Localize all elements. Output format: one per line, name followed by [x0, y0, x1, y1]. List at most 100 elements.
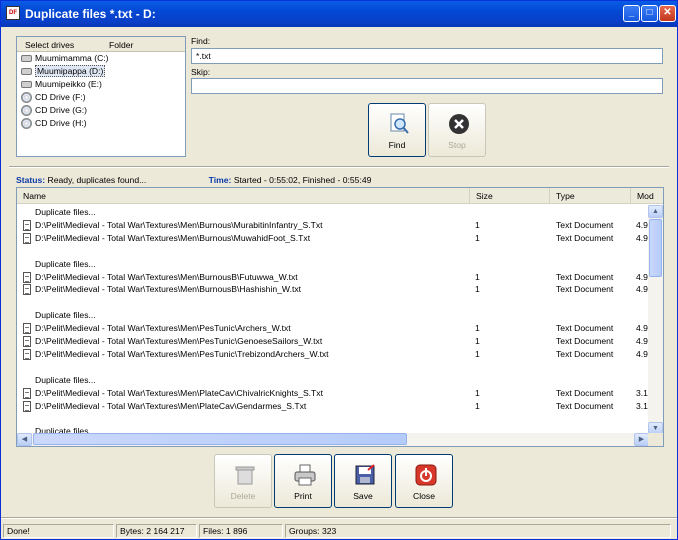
drive-label: Muumipeikko (E:): [35, 79, 102, 89]
status-label: Status:: [16, 175, 46, 185]
file-size: 1: [475, 400, 480, 411]
group-label: Duplicate files...: [35, 207, 96, 217]
col-size[interactable]: Size: [470, 188, 550, 204]
stop-button[interactable]: Stop: [428, 103, 486, 157]
file-row[interactable]: D:\Pelit\Medieval - Total War\Textures\M…: [17, 283, 649, 296]
file-name: D:\Pelit\Medieval - Total War\Textures\M…: [35, 387, 323, 398]
group-header-row[interactable]: Duplicate files...: [17, 374, 649, 387]
separator-bottom: [1, 517, 677, 519]
text-document-icon: [23, 387, 31, 399]
find-button[interactable]: Find: [368, 103, 426, 157]
horizontal-scroll-thumb[interactable]: [33, 433, 407, 445]
close-window-button[interactable]: ✕: [659, 5, 676, 22]
file-row[interactable]: D:\Pelit\Medieval - Total War\Textures\M…: [17, 335, 649, 348]
drive-item[interactable]: Muumipappa (D:): [17, 65, 185, 78]
col-select-drives[interactable]: Select drives: [25, 40, 74, 50]
text-document-icon: [23, 323, 31, 335]
status-line: Status: Ready, duplicates found... Time:…: [16, 175, 371, 185]
file-name: D:\Pelit\Medieval - Total War\Textures\M…: [35, 271, 298, 282]
find-input[interactable]: *.txt: [191, 48, 663, 64]
file-row[interactable]: D:\Pelit\Medieval - Total War\Textures\M…: [17, 219, 649, 232]
app-icon[interactable]: DF: [6, 6, 20, 20]
file-name: D:\Pelit\Medieval - Total War\Textures\M…: [35, 400, 307, 411]
title-bar[interactable]: DF Duplicate files *.txt - D: _ □ ✕: [1, 1, 677, 27]
drive-item[interactable]: CD Drive (F:): [17, 91, 185, 104]
statusbar-files: Files: 1 896: [199, 524, 283, 538]
text-document-icon: [23, 232, 31, 244]
file-size: 1: [475, 232, 480, 243]
vertical-scrollbar[interactable]: ▲ ▼: [648, 205, 663, 435]
horizontal-scrollbar[interactable]: ◀ ▶: [17, 433, 649, 446]
delete-button-label: Delete: [230, 491, 256, 501]
statusbar-groups: Groups: 323: [285, 524, 671, 538]
print-button[interactable]: Print: [274, 454, 332, 508]
cd-drive-icon: [21, 118, 32, 129]
file-row[interactable]: D:\Pelit\Medieval - Total War\Textures\M…: [17, 387, 649, 400]
file-type: Text Document: [556, 336, 614, 346]
scroll-left-button[interactable]: ◀: [17, 433, 32, 446]
file-row[interactable]: D:\Pelit\Medieval - Total War\Textures\M…: [17, 271, 649, 284]
file-type: Text Document: [556, 219, 614, 230]
time-text: Started - 0:55:02, Finished - 0:55:49: [233, 175, 372, 185]
scroll-up-button[interactable]: ▲: [648, 205, 663, 218]
close-button[interactable]: Close: [395, 454, 453, 508]
text-document-icon: [23, 336, 31, 347]
group-header-row[interactable]: Duplicate files...: [17, 206, 649, 219]
file-type: Text Document: [556, 284, 614, 295]
maximize-button[interactable]: □: [641, 5, 658, 22]
blank-row: [17, 361, 649, 374]
cd-drive-icon: [21, 92, 32, 103]
save-button[interactable]: Save: [334, 454, 392, 508]
group-header-row[interactable]: Duplicate files...: [17, 258, 649, 271]
col-modified[interactable]: Mod: [631, 188, 663, 204]
results-rows: Duplicate files... D:\Pelit\Medieval - To…: [17, 205, 649, 435]
text-document-icon: [23, 271, 31, 283]
file-row[interactable]: D:\Pelit\Medieval - Total War\Textures\M…: [17, 348, 649, 361]
drive-item[interactable]: CD Drive (H:): [17, 117, 185, 130]
file-row[interactable]: D:\Pelit\Medieval - Total War\Textures\M…: [17, 400, 649, 413]
file-name: D:\Pelit\Medieval - Total War\Textures\M…: [35, 336, 323, 346]
file-size: 1: [475, 348, 480, 359]
skip-label: Skip:: [191, 67, 211, 77]
drive-item[interactable]: CD Drive (G:): [17, 104, 185, 117]
main-window: DF Duplicate files *.txt - D: _ □ ✕ Sele…: [0, 0, 678, 540]
blank-row: [17, 412, 649, 425]
drive-item[interactable]: Muumimamma (C:): [17, 52, 185, 65]
power-icon: [415, 464, 437, 486]
scroll-right-button[interactable]: ▶: [634, 433, 649, 446]
drive-label: CD Drive (H:): [35, 118, 87, 128]
delete-button[interactable]: Delete: [214, 454, 272, 508]
group-header-row[interactable]: Duplicate files...: [17, 309, 649, 322]
text-document-icon: [23, 284, 31, 296]
statusbar-bytes: Bytes: 2 164 217: [116, 524, 197, 538]
file-type: Text Document: [556, 348, 614, 359]
file-name: D:\Pelit\Medieval - Total War\Textures\M…: [35, 323, 291, 334]
file-row[interactable]: D:\Pelit\Medieval - Total War\Textures\M…: [17, 322, 649, 335]
vertical-scroll-thumb[interactable]: [649, 219, 662, 277]
window-title: Duplicate files *.txt - D:: [25, 7, 156, 21]
drive-label: Muumimamma (C:): [35, 53, 109, 63]
file-size: 1: [475, 323, 480, 334]
file-size: 1: [475, 284, 480, 295]
save-button-label: Save: [353, 491, 373, 501]
minimize-button[interactable]: _: [623, 5, 640, 22]
find-icon: [390, 113, 409, 134]
file-size: 1: [475, 336, 480, 346]
col-type[interactable]: Type: [550, 188, 631, 204]
group-label: Duplicate files...: [35, 258, 96, 269]
hard-drive-icon: [21, 55, 32, 62]
file-type: Text Document: [556, 232, 614, 243]
results-list[interactable]: Name Size Type Mod Duplicate files... D:\…: [16, 187, 664, 447]
col-folder[interactable]: Folder: [109, 40, 133, 50]
text-document-icon: [23, 348, 31, 360]
drive-label: CD Drive (G:): [35, 105, 88, 115]
file-row[interactable]: D:\Pelit\Medieval - Total War\Textures\M…: [17, 232, 649, 245]
drive-item[interactable]: Muumipeikko (E:): [17, 78, 185, 91]
group-label: Duplicate files...: [35, 374, 96, 385]
col-name[interactable]: Name: [17, 188, 470, 204]
drives-list[interactable]: Select drives Folder Muumimamma (C:) Muum…: [16, 36, 186, 157]
file-name: D:\Pelit\Medieval - Total War\Textures\M…: [35, 284, 302, 295]
skip-input[interactable]: [191, 78, 663, 94]
file-name: D:\Pelit\Medieval - Total War\Textures\M…: [35, 232, 311, 243]
drive-label: Muumipappa (D:): [35, 65, 106, 77]
